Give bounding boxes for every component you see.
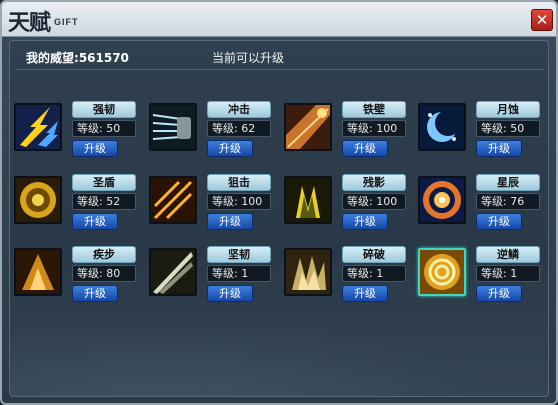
- skill-card: 冲击 等级: 62 升级: [149, 101, 277, 161]
- skill-name: 圣盾: [72, 174, 136, 191]
- moon-eclipse-icon[interactable]: [418, 103, 466, 151]
- upgrade-button[interactable]: 升级: [207, 140, 253, 157]
- skill-level: 等级: 50: [72, 120, 136, 137]
- skill-level: 等级: 76: [476, 193, 540, 210]
- skill-card: 残影 等级: 100 升级: [284, 174, 412, 234]
- level-label: 等级:: [212, 267, 238, 280]
- skill-name: 强韧: [72, 101, 136, 118]
- level-label: 等级:: [481, 195, 507, 208]
- upgrade-button[interactable]: 升级: [207, 285, 253, 302]
- upgrade-button[interactable]: 升级: [207, 213, 253, 230]
- level-value: 100: [376, 195, 398, 208]
- shatter-icon[interactable]: [284, 248, 332, 296]
- level-value: 1: [510, 267, 518, 280]
- reputation-value: 561570: [78, 51, 129, 65]
- skill-card: 月蚀 等级: 50 升级: [418, 101, 546, 161]
- skill-level: 等级: 100: [342, 120, 406, 137]
- upgrade-button[interactable]: 升级: [72, 213, 118, 230]
- skill-name: 疾步: [72, 246, 136, 263]
- skill-name: 铁壁: [342, 101, 406, 118]
- skill-level: 等级: 1: [476, 265, 540, 282]
- skill-card: 碎破 等级: 1 升级: [284, 246, 412, 306]
- skill-card: 星辰 等级: 76 升级: [418, 174, 546, 234]
- skill-name: 冲击: [207, 101, 271, 118]
- upgrade-status: 当前可以升级: [212, 51, 285, 65]
- level-value: 50: [510, 122, 525, 135]
- level-value: 100: [241, 195, 263, 208]
- skill-level: 等级: 62: [207, 120, 271, 137]
- divider: [14, 69, 544, 70]
- golden-vortex-icon[interactable]: [418, 248, 466, 296]
- blue-lightning-icon[interactable]: [14, 103, 62, 151]
- reputation-label: 我的威望:: [26, 51, 79, 65]
- skill-name: 月蚀: [476, 101, 540, 118]
- fist-impact-icon[interactable]: [149, 103, 197, 151]
- level-value: 52: [106, 195, 121, 208]
- skill-card: 狙击 等级: 100 升级: [149, 174, 277, 234]
- skill-level: 等级: 50: [476, 120, 540, 137]
- skill-card: 强韧 等级: 50 升级: [14, 101, 142, 161]
- upgrade-button[interactable]: 升级: [342, 140, 388, 157]
- skill-level: 等级: 80: [72, 265, 136, 282]
- holy-shield-icon[interactable]: [14, 176, 62, 224]
- upgrade-button[interactable]: 升级: [72, 285, 118, 302]
- skill-level: 等级: 100: [342, 193, 406, 210]
- upgrade-button[interactable]: 升级: [72, 140, 118, 157]
- level-label: 等级:: [347, 267, 373, 280]
- skill-card: 圣盾 等级: 52 升级: [14, 174, 142, 234]
- snipe-icon[interactable]: [149, 176, 197, 224]
- talent-panel: 我的威望:561570 当前可以升级 强韧 等级: 50 升级 冲击 等级: 6…: [9, 40, 549, 397]
- upgrade-button[interactable]: 升级: [342, 213, 388, 230]
- reputation-display: 我的威望:561570: [26, 49, 129, 66]
- skill-name: 逆鳞: [476, 246, 540, 263]
- iron-wall-icon[interactable]: [284, 103, 332, 151]
- level-label: 等级:: [347, 195, 373, 208]
- level-label: 等级:: [481, 122, 507, 135]
- skill-name: 残影: [342, 174, 406, 191]
- star-swirl-icon[interactable]: [418, 176, 466, 224]
- skill-card: 逆鳞 等级: 1 升级: [418, 246, 546, 306]
- window-title: 天赋: [8, 10, 51, 36]
- level-value: 76: [510, 195, 525, 208]
- skill-level: 等级: 1: [342, 265, 406, 282]
- upgrade-button[interactable]: 升级: [476, 140, 522, 157]
- skill-name: 坚韧: [207, 246, 271, 263]
- talent-window: 天赋 GIFT ✕ 我的威望:561570 当前可以升级 强韧 等级: 50 升…: [0, 0, 558, 405]
- blade-icon[interactable]: [149, 248, 197, 296]
- shadow-icon[interactable]: [284, 176, 332, 224]
- skill-name: 星辰: [476, 174, 540, 191]
- level-label: 等级:: [481, 267, 507, 280]
- level-label: 等级:: [212, 195, 238, 208]
- level-label: 等级:: [77, 195, 103, 208]
- upgrade-button[interactable]: 升级: [476, 213, 522, 230]
- upgrade-button[interactable]: 升级: [342, 285, 388, 302]
- level-value: 62: [241, 122, 256, 135]
- skill-level: 等级: 100: [207, 193, 271, 210]
- info-bar: 我的威望:561570 当前可以升级: [18, 47, 540, 67]
- skill-level: 等级: 1: [207, 265, 271, 282]
- skill-name: 碎破: [342, 246, 406, 263]
- level-value: 100: [376, 122, 398, 135]
- level-label: 等级:: [77, 267, 103, 280]
- upgrade-button[interactable]: 升级: [476, 285, 522, 302]
- level-label: 等级:: [212, 122, 238, 135]
- level-value: 50: [106, 122, 121, 135]
- close-icon[interactable]: ✕: [531, 9, 553, 31]
- skill-card: 铁壁 等级: 100 升级: [284, 101, 412, 161]
- skill-card: 疾步 等级: 80 升级: [14, 246, 142, 306]
- skill-name: 狙击: [207, 174, 271, 191]
- level-value: 1: [241, 267, 249, 280]
- level-label: 等级:: [77, 122, 103, 135]
- skill-level: 等级: 52: [72, 193, 136, 210]
- title-bar[interactable]: 天赋 GIFT ✕: [2, 2, 556, 37]
- level-value: 80: [106, 267, 121, 280]
- window-subtitle: GIFT: [54, 17, 79, 27]
- skill-card: 坚韧 等级: 1 升级: [149, 246, 277, 306]
- swift-step-icon[interactable]: [14, 248, 62, 296]
- level-label: 等级:: [347, 122, 373, 135]
- level-value: 1: [376, 267, 384, 280]
